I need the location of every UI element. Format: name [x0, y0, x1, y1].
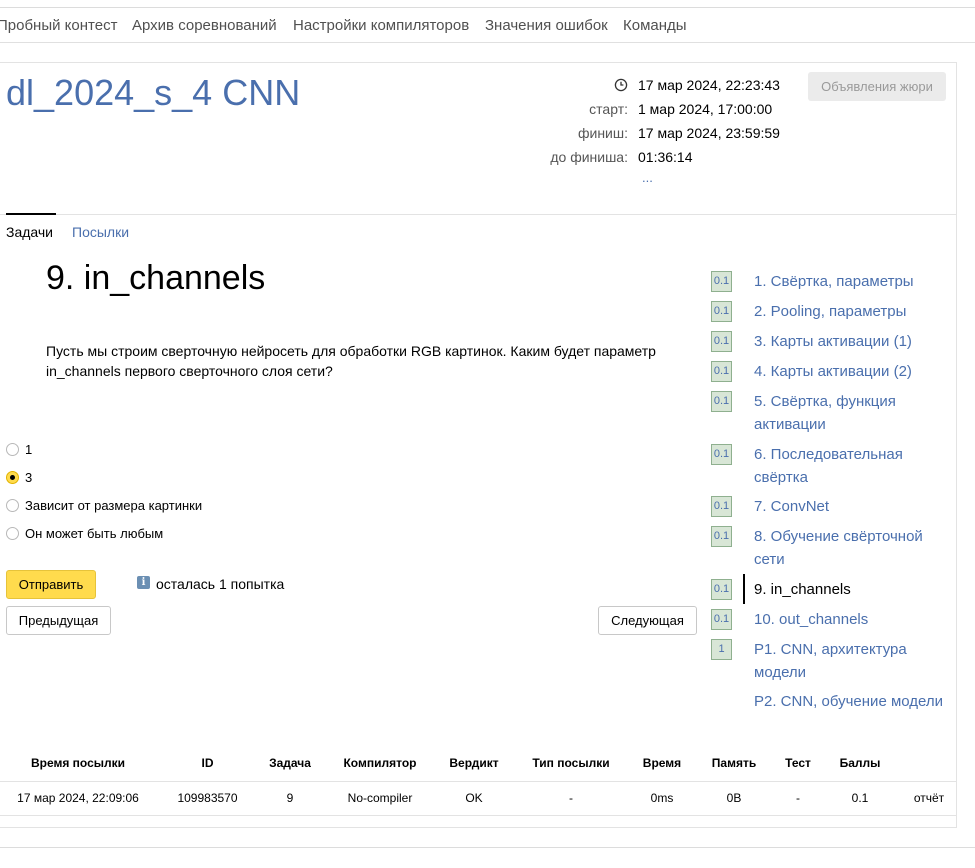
- cell-id: 109983570: [156, 781, 259, 816]
- remaining-label: до финиша:: [550, 149, 628, 165]
- attempts-remaining: осталась 1 попытка: [156, 576, 285, 592]
- score-badge: 0.1: [711, 391, 732, 412]
- option-label: 3: [25, 470, 33, 485]
- col-header: Время: [633, 746, 691, 782]
- top-nav: Пробный контест Архив соревнований Настр…: [0, 8, 975, 43]
- cell-memory: 0B: [691, 781, 777, 816]
- radio-button-checked[interactable]: [6, 471, 19, 484]
- problem-statement: Пусть мы строим сверточную нейросеть для…: [46, 343, 656, 379]
- problem-link[interactable]: 8. Обучение свёрточной сети: [754, 525, 949, 571]
- cell-compiler: No-compiler: [321, 781, 439, 816]
- cell-submit-time: 17 мар 2024, 22:09:06: [0, 781, 156, 816]
- problem-link[interactable]: 6. Последовательная свёртка: [754, 443, 949, 489]
- col-header: Тест: [777, 746, 819, 782]
- problem-link[interactable]: P1. CNN, архитектура модели: [754, 638, 949, 684]
- answer-option-1[interactable]: 1: [6, 442, 32, 457]
- score-badge: 0.1: [711, 301, 732, 322]
- radio-button[interactable]: [6, 527, 19, 540]
- option-label: 1: [25, 442, 33, 457]
- tab-submissions[interactable]: Посылки: [72, 224, 129, 240]
- problem-link[interactable]: 3. Карты активации (1): [754, 330, 949, 353]
- option-label: Он может быть любым: [25, 526, 164, 541]
- answer-option-depends-on-size[interactable]: Зависит от размера картинки: [6, 498, 202, 513]
- nav-compiler-settings[interactable]: Настройки компиляторов: [293, 17, 469, 34]
- problem-link[interactable]: P2. CNN, обучение модели: [754, 690, 949, 713]
- answer-option-any[interactable]: Он может быть любым: [6, 526, 163, 541]
- col-header: Задача: [259, 746, 321, 782]
- answer-option-3[interactable]: 3: [6, 470, 32, 485]
- col-header: Тип посылки: [509, 746, 633, 782]
- cell-submit-type: -: [509, 781, 633, 816]
- problem-title: 9. in_channels: [46, 259, 266, 297]
- nav-teams[interactable]: Команды: [623, 17, 687, 34]
- remaining-time: 01:36:14: [638, 149, 693, 165]
- previous-problem-button[interactable]: Предыдущая: [6, 606, 111, 635]
- contest-title: dl_2024_s_4 CNN: [6, 72, 301, 113]
- table-row: 17 мар 2024, 22:09:06 109983570 9 No-com…: [0, 781, 957, 816]
- submissions-table: Время посылки ID Задача Компилятор Верди…: [0, 746, 957, 816]
- info-icon: i: [137, 576, 150, 589]
- score-badge: 0.1: [711, 271, 732, 292]
- more-link[interactable]: ...: [642, 170, 653, 185]
- cell-verdict: OK: [439, 781, 509, 816]
- score-badge: 0.1: [711, 526, 732, 547]
- cell-score: 0.1: [819, 781, 901, 816]
- bottom-border: [0, 847, 975, 848]
- problem-link[interactable]: 5. Свёртка, функция активации: [754, 390, 949, 436]
- nav-error-codes[interactable]: Значения ошибок: [485, 17, 608, 34]
- problem-link-active[interactable]: 9. in_channels: [754, 578, 949, 601]
- problem-link[interactable]: 4. Карты активации (2): [754, 360, 949, 383]
- col-header: [901, 746, 957, 782]
- score-badge: 0.1: [711, 496, 732, 517]
- jury-announcements-button[interactable]: Объявления жюри: [808, 72, 946, 101]
- col-header: ID: [156, 746, 259, 782]
- problem-link[interactable]: 2. Pooling, параметры: [754, 300, 949, 323]
- table-header-row: Время посылки ID Задача Компилятор Верди…: [0, 746, 957, 782]
- next-problem-button[interactable]: Следующая: [598, 606, 697, 635]
- finish-label: финиш:: [577, 125, 628, 141]
- score-badge: 0.1: [711, 609, 732, 630]
- col-header: Вердикт: [439, 746, 509, 782]
- nav-trial-contest[interactable]: Пробный контест: [0, 17, 117, 34]
- col-header: Время посылки: [0, 746, 156, 782]
- active-problem-indicator: [743, 574, 745, 604]
- start-label: старт:: [589, 101, 628, 117]
- problem-link[interactable]: 7. ConvNet: [754, 495, 949, 518]
- col-header: Память: [691, 746, 777, 782]
- score-badge: 0.1: [711, 444, 732, 465]
- problem-link[interactable]: 10. out_channels: [754, 608, 949, 631]
- problem-link[interactable]: 1. Свёртка, параметры: [754, 270, 949, 293]
- cell-test: -: [777, 781, 819, 816]
- cell-problem: 9: [259, 781, 321, 816]
- score-badge: 0.1: [711, 331, 732, 352]
- finish-time: 17 мар 2024, 23:59:59: [638, 125, 780, 141]
- col-header: Баллы: [819, 746, 901, 782]
- col-header: Компилятор: [321, 746, 439, 782]
- score-badge: 0.1: [711, 579, 732, 600]
- option-label: Зависит от размера картинки: [25, 498, 203, 513]
- radio-button[interactable]: [6, 443, 19, 456]
- radio-button[interactable]: [6, 499, 19, 512]
- report-link[interactable]: отчёт: [901, 781, 957, 816]
- header-divider: [0, 214, 957, 215]
- tab-problems[interactable]: Задачи: [6, 224, 53, 240]
- score-badge: 1: [711, 639, 732, 660]
- clock-icon: [614, 78, 628, 92]
- submit-button[interactable]: Отправить: [6, 570, 96, 599]
- score-badge: 0.1: [711, 361, 732, 382]
- cell-time: 0ms: [633, 781, 691, 816]
- nav-contest-archive[interactable]: Архив соревнований: [132, 17, 277, 34]
- current-time: 17 мар 2024, 22:23:43: [638, 77, 780, 93]
- start-time: 1 мар 2024, 17:00:00: [638, 101, 773, 117]
- active-tab-indicator: [6, 213, 56, 215]
